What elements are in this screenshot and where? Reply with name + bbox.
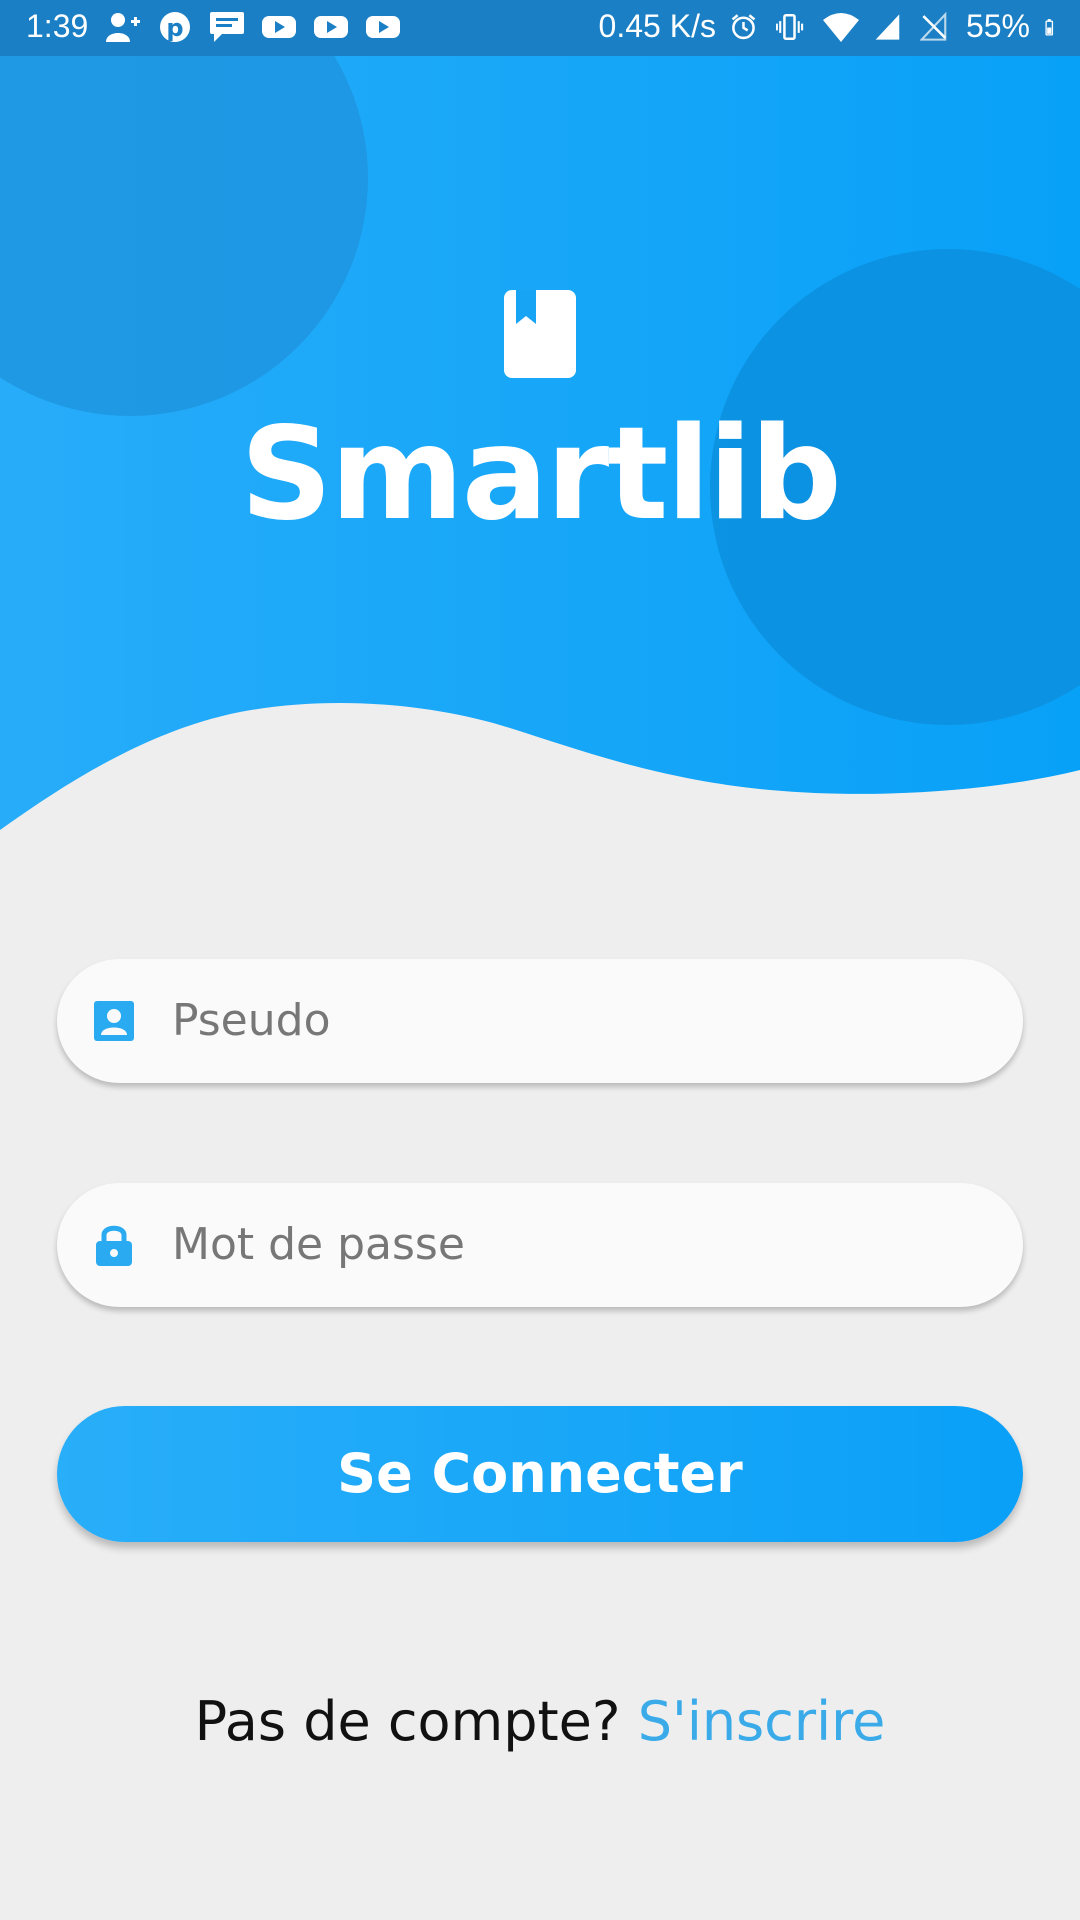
user-card-icon bbox=[94, 1001, 134, 1041]
cell-signal-icon bbox=[875, 13, 900, 40]
signup-link[interactable]: S'inscrire bbox=[638, 1690, 886, 1753]
status-bar: 1:39 p 0.45 K/s 55% bbox=[0, 0, 1080, 56]
battery-percent: 55% bbox=[965, 8, 1030, 44]
battery-icon bbox=[1045, 18, 1054, 36]
system-status: 0.45 K/s 55% bbox=[599, 8, 1064, 45]
signup-prompt-text: Pas de compte? bbox=[194, 1690, 638, 1753]
username-field[interactable]: Pseudo bbox=[57, 959, 1023, 1083]
svg-text:p: p bbox=[166, 14, 183, 42]
wifi-icon bbox=[822, 12, 859, 42]
status-time: 1:39 bbox=[26, 8, 89, 44]
login-button[interactable]: Se Connecter bbox=[57, 1406, 1023, 1542]
youtube-icon bbox=[314, 16, 348, 38]
notification-icons: p bbox=[104, 10, 402, 44]
signup-prompt: Pas de compte? S'inscrire bbox=[0, 1690, 1080, 1753]
password-placeholder: Mot de passe bbox=[172, 1219, 465, 1270]
app-title: Smartlib bbox=[240, 400, 842, 549]
add-person-icon bbox=[106, 13, 140, 42]
password-field[interactable]: Mot de passe bbox=[57, 1183, 1023, 1307]
vibrate-icon bbox=[775, 13, 804, 40]
username-placeholder: Pseudo bbox=[172, 995, 331, 1046]
no-sim-icon bbox=[919, 11, 947, 41]
youtube-icon bbox=[262, 16, 296, 38]
book-bookmark-icon bbox=[504, 290, 576, 378]
lock-icon bbox=[96, 1225, 132, 1266]
login-screen: 1:39 p 0.45 K/s 55% Smartlib Pseudo Mot … bbox=[0, 0, 1080, 1920]
youtube-icon bbox=[366, 16, 400, 38]
alarm-icon bbox=[731, 13, 756, 39]
message-icon bbox=[210, 12, 244, 42]
pinterest-icon: p bbox=[160, 12, 190, 42]
network-speed: 0.45 K/s bbox=[598, 8, 716, 44]
